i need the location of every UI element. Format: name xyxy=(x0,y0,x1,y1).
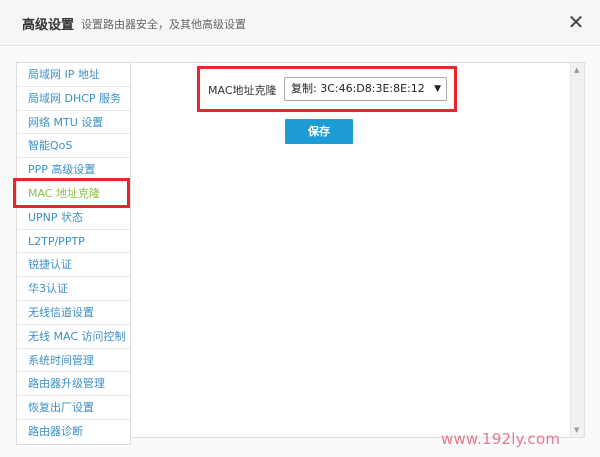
settings-content-panel xyxy=(130,62,585,438)
sidebar-item-lan-ip[interactable]: 局域网 IP 地址 xyxy=(17,63,130,87)
scroll-up-arrow-icon[interactable]: ▲ xyxy=(574,66,579,74)
scroll-down-arrow-icon[interactable]: ▼ xyxy=(574,426,579,434)
dialog-title: 高级设置 xyxy=(22,18,75,33)
mac-clone-selected-value: 复制: 3C:46:D8:3E:8E:12 xyxy=(291,82,425,95)
settings-sidebar: 局域网 IP 地址 局域网 DHCP 服务 网络 MTU 设置 智能QoS PP… xyxy=(16,62,131,445)
sidebar-item-l2tp-pptp[interactable]: L2TP/PPTP xyxy=(17,230,130,254)
close-icon[interactable]: ✕ xyxy=(565,10,587,34)
sidebar-item-factory-reset[interactable]: 恢复出厂设置 xyxy=(17,396,130,420)
sidebar-item-system-time[interactable]: 系统时间管理 xyxy=(17,349,130,373)
sidebar-item-h3c-auth[interactable]: 华3认证 xyxy=(17,277,130,301)
mac-clone-label: MAC地址克隆 xyxy=(208,84,277,97)
sidebar-item-diagnostics[interactable]: 路由器诊断 xyxy=(17,420,130,444)
watermark-text: www.192ly.com xyxy=(441,430,561,448)
sidebar-item-firmware-upgrade[interactable]: 路由器升级管理 xyxy=(17,372,130,397)
sidebar-highlight-box xyxy=(13,178,130,208)
mac-clone-select[interactable]: 复制: 3C:46:D8:3E:8E:12 ▼ xyxy=(284,77,447,101)
sidebar-item-qos[interactable]: 智能QoS xyxy=(17,134,130,159)
dialog-header: 高级设置 设置路由器安全，及其他高级设置 ✕ xyxy=(0,0,600,46)
save-button[interactable]: 保存 xyxy=(285,119,353,144)
sidebar-item-ruijie-auth[interactable]: 锐捷认证 xyxy=(17,253,130,278)
dropdown-arrow-icon: ▼ xyxy=(434,84,441,94)
sidebar-item-lan-dhcp[interactable]: 局域网 DHCP 服务 xyxy=(17,87,130,111)
sidebar-item-wireless-mac-acl[interactable]: 无线 MAC 访问控制 xyxy=(17,325,130,349)
sidebar-item-upnp[interactable]: UPNP 状态 xyxy=(17,206,130,230)
sidebar-item-wireless-channel[interactable]: 无线信道设置 xyxy=(17,301,130,325)
vertical-scrollbar[interactable]: ▲ ▼ xyxy=(570,63,584,437)
dialog-subtitle: 设置路由器安全，及其他高级设置 xyxy=(81,18,246,31)
sidebar-item-mtu[interactable]: 网络 MTU 设置 xyxy=(17,111,130,135)
